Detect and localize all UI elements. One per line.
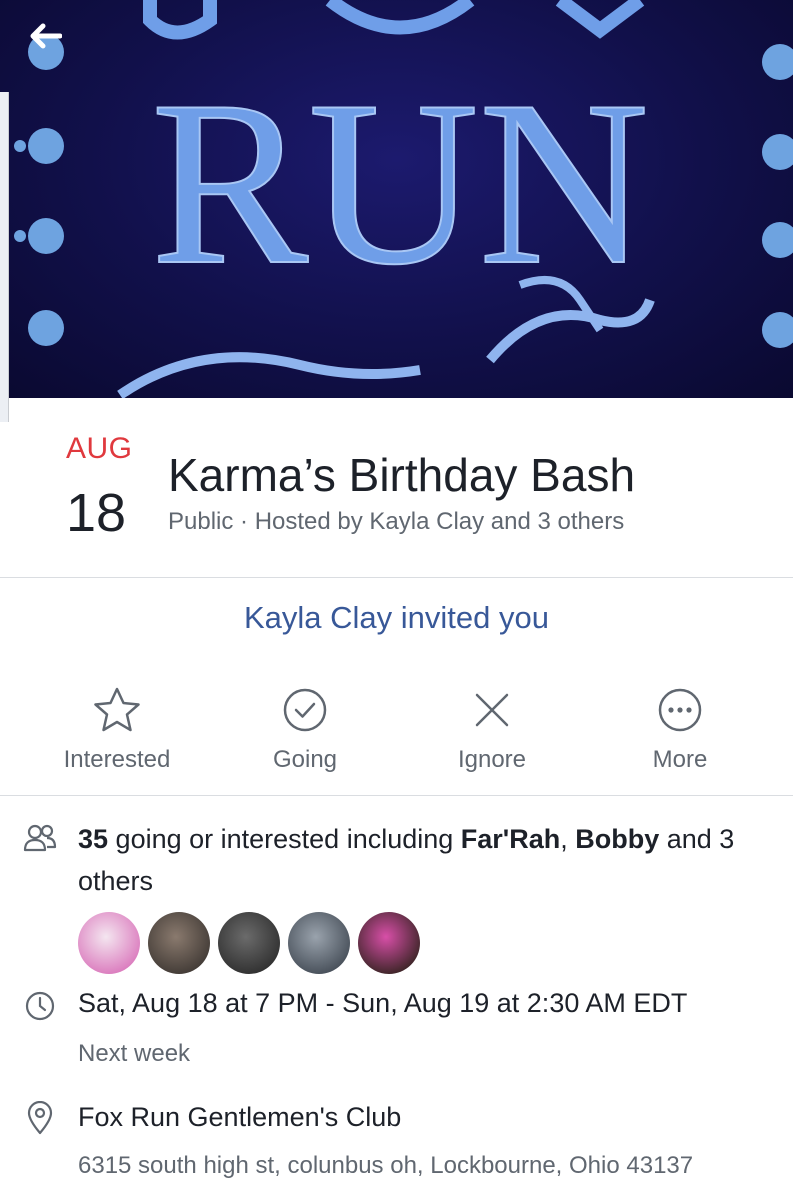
event-subtitle[interactable]: Public · Hosted by Kayla Clay and 3 othe… [168,508,624,536]
event-datetime[interactable]: Sat, Aug 18 at 7 PM - Sun, Aug 19 at 2:3… [78,988,687,1019]
avatar-1[interactable] [78,912,140,974]
cover-photo[interactable]: RUN [0,0,793,398]
interested-button[interactable]: Interested [37,684,197,774]
going-button[interactable]: Going [225,684,385,774]
side-drawer-edge[interactable] [0,92,9,422]
avatar-2[interactable] [148,912,210,974]
star-icon [94,687,140,732]
attendance-summary[interactable]: 35 going or interested including Far'Rah… [78,818,768,902]
more-icon [658,688,702,732]
action-bar: Interested Going Ignore More [0,684,793,796]
people-icon [22,820,58,856]
check-circle-icon [283,688,327,732]
event-header: AUG 18 Karma’s Birthday Bash Public · Ho… [0,398,793,578]
back-button[interactable] [28,22,78,68]
invite-text[interactable]: Kayla Clay invited you [0,600,793,636]
clock-icon [22,988,58,1024]
attendance-text: going or interested including [108,824,461,854]
location-pin-icon [22,1100,58,1136]
event-month: AUG [66,432,133,465]
attendance-separator: , [560,824,576,854]
event-relative-date: Next week [78,1040,191,1067]
avatar-5[interactable] [358,912,420,974]
arrow-left-icon [30,23,62,49]
going-label: Going [272,746,338,773]
attendee-name-2[interactable]: Bobby [575,824,659,854]
avatar-3[interactable] [218,912,280,974]
venue-address[interactable]: 6315 south high st, colunbus oh, Lockbou… [78,1152,693,1180]
attendee-avatars[interactable] [78,912,420,974]
more-label: More [652,746,708,773]
ignore-label: Ignore [457,746,527,773]
avatar-4[interactable] [288,912,350,974]
cover-sign-graphic: RUN [14,0,793,398]
venue-name[interactable]: Fox Run Gentlemen's Club [78,1102,401,1133]
interested-label: Interested [63,746,171,773]
cover-sign-text: RUN [151,53,649,314]
more-button[interactable]: More [600,684,760,774]
attendance-count: 35 [78,824,109,854]
event-title: Karma’s Birthday Bash [168,449,636,501]
attendee-name-1[interactable]: Far'Rah [461,824,560,854]
ignore-button[interactable]: Ignore [412,684,572,774]
event-day: 18 [66,483,127,543]
close-icon [475,693,509,727]
